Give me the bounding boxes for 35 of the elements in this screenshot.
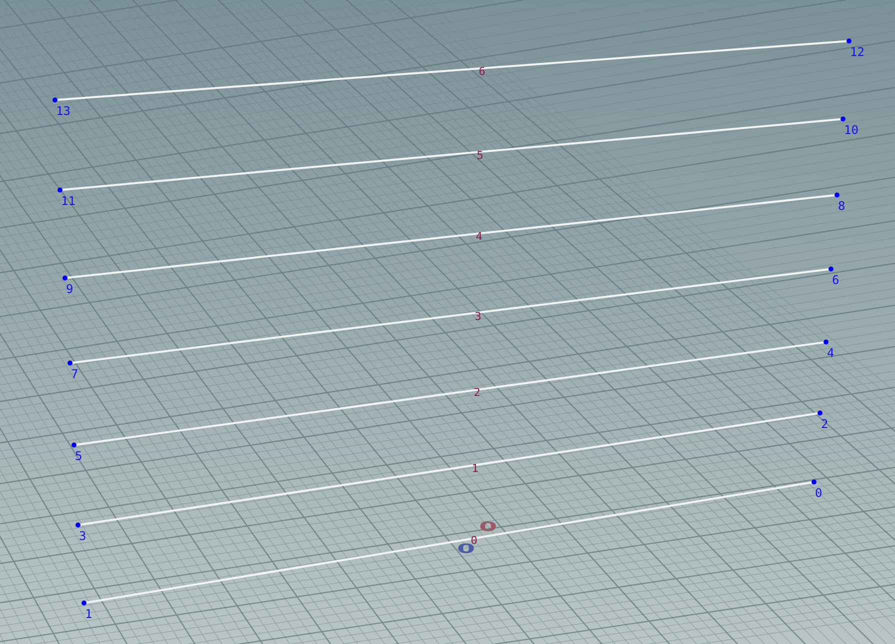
primitive-number: 4 (476, 230, 482, 243)
primitive-number: 5 (476, 149, 484, 162)
point-marker (62, 276, 68, 280)
point-marker (828, 266, 834, 272)
point-number: 9 (66, 282, 74, 296)
point-number: 12 (850, 45, 864, 59)
point-number: 11 (61, 194, 76, 208)
point-marker (812, 480, 816, 484)
point-number: 10 (844, 123, 858, 137)
primitive-number: 2 (474, 386, 480, 399)
point-marker (68, 360, 72, 366)
point-number: 5 (75, 449, 82, 463)
point-number: 8 (838, 199, 846, 213)
point-number: 7 (71, 367, 78, 381)
primitive-number: 3 (474, 310, 482, 323)
point-number: 3 (79, 529, 86, 543)
point-marker (818, 410, 822, 416)
point-number: 1 (85, 607, 92, 621)
point-marker (834, 192, 840, 198)
point-number: 0 (815, 486, 822, 500)
grid-label: 0 (478, 518, 498, 534)
point-marker (58, 188, 62, 192)
point-marker (840, 116, 846, 122)
point-marker (846, 38, 852, 44)
point-number: 4 (827, 346, 834, 360)
primitive-number: 6 (478, 65, 486, 78)
point-number: 13 (56, 104, 70, 118)
point-number: 6 (832, 273, 840, 287)
point-marker (824, 340, 828, 344)
point-marker (82, 600, 86, 606)
point-number: 2 (821, 417, 828, 431)
point-marker (72, 442, 76, 448)
primitive-number: 1 (472, 462, 478, 475)
point-marker (52, 98, 58, 102)
point-marker (76, 522, 80, 528)
